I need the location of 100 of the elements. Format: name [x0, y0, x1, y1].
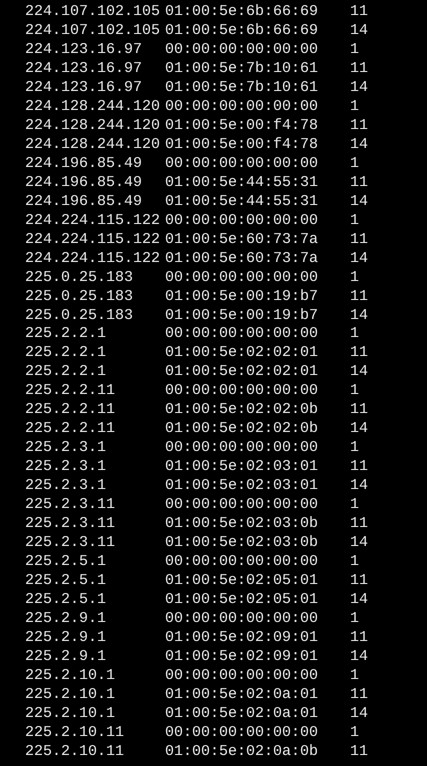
- ip-address: 225.2.5.1: [25, 591, 108, 610]
- table-cell: 14: [350, 534, 368, 554]
- table-cell: 14: [350, 363, 368, 382]
- mac-address: 00:00:00:00:00:00: [165, 724, 320, 743]
- mac-address: 01:00:5e:60:73:7a: [165, 230, 320, 250]
- table-cell: 11: [350, 572, 368, 592]
- ip-address: 225.2.2.1: [25, 363, 108, 382]
- ip-address: 224.107.102.105: [25, 3, 162, 22]
- table-cell: 14: [350, 250, 368, 269]
- mac-address: 01:00:5e:02:0a:0b: [165, 742, 320, 762]
- ip-address: 224.128.244.120: [25, 98, 162, 117]
- mac-address: 01:00:5e:02:02:0b: [165, 420, 320, 440]
- table-cell: 1: [350, 610, 360, 629]
- ip-address: 225.2.10.1: [25, 704, 116, 724]
- mac-address: 01:00:5e:00:19:b7: [165, 288, 320, 306]
- mac-address: 01:00:5e:02:09:01: [165, 648, 320, 667]
- mac-address: 00:00:00:00:00:00: [165, 496, 320, 516]
- table-cell: 1: [350, 439, 360, 458]
- mac-address: 00:00:00:00:00:00: [165, 98, 320, 117]
- mac-address: 01:00:5e:02:03:0b: [165, 534, 320, 554]
- table-cell: 11: [350, 628, 368, 648]
- ip-address: 224.224.115.122: [25, 230, 162, 250]
- ip-address: 224.107.102.105: [25, 22, 162, 41]
- mac-address: 00:00:00:00:00:00: [165, 666, 320, 686]
- table-cell: 1: [350, 724, 360, 743]
- mac-address: 01:00:5e:02:09:01: [165, 628, 320, 648]
- mac-address: 01:00:5e:02:02:0b: [165, 401, 320, 420]
- ip-address: 225.2.10.11: [25, 724, 126, 743]
- table-cell: 1: [350, 40, 360, 60]
- mac-address: 01:00:5e:02:0a:01: [165, 686, 320, 705]
- mac-address: 01:00:5e:02:03:01: [165, 458, 320, 478]
- table-cell: 11: [350, 458, 368, 478]
- mac-address: 01:00:5e:02:03:01: [165, 477, 320, 496]
- ip-address: 225.2.9.1: [25, 610, 108, 629]
- ip-address: 224.196.85.49: [25, 192, 144, 212]
- table-cell: 1: [350, 382, 360, 402]
- table-cell: 1: [350, 98, 360, 117]
- mac-address: 01:00:5e:02:0a:01: [165, 704, 320, 724]
- ip-address: 225.2.2.1: [25, 344, 108, 364]
- mac-address: 00:00:00:00:00:00: [165, 382, 320, 402]
- table-cell: 1: [350, 154, 360, 174]
- mac-address: 01:00:5e:02:05:01: [165, 591, 320, 610]
- ip-address: 225.2.2.1: [25, 325, 108, 344]
- ip-address: 225.0.25.183: [25, 288, 134, 306]
- table-cell: 1: [350, 325, 360, 344]
- table-cell: 14: [350, 591, 368, 610]
- ip-address: 224.123.16.97: [25, 40, 144, 60]
- table-cell: 11: [350, 60, 368, 79]
- mac-address: 01:00:5e:7b:10:61: [165, 78, 320, 98]
- ip-address: 224.196.85.49: [25, 154, 144, 174]
- table-cell: 14: [350, 22, 368, 41]
- table-cell: 14: [350, 420, 368, 440]
- table-cell: 11: [350, 515, 368, 534]
- table-cell: 11: [350, 344, 368, 364]
- ip-address: 224.224.115.122: [25, 212, 162, 231]
- ip-address: 224.128.244.120: [25, 136, 162, 155]
- ip-address: 225.2.9.1: [25, 628, 108, 648]
- table-cell: 14: [350, 704, 368, 724]
- mac-address: 01:00:5e:60:73:7a: [165, 250, 320, 269]
- mac-address: 00:00:00:00:00:00: [165, 268, 320, 288]
- table-cell: 11: [350, 116, 368, 136]
- mac-address: 01:00:5e:44:55:31: [165, 174, 320, 193]
- mac-address: 00:00:00:00:00:00: [165, 40, 320, 60]
- table-cell: 14: [350, 477, 368, 496]
- table-cell: 14: [350, 192, 368, 212]
- ip-address: 224.224.115.122: [25, 250, 162, 269]
- mac-address: 01:00:5e:44:55:31: [165, 192, 320, 212]
- ip-address: 225.2.3.1: [25, 439, 108, 458]
- table-cell: 14: [350, 136, 368, 155]
- ip-address: 225.2.2.11: [25, 382, 116, 402]
- mac-address: 00:00:00:00:00:00: [165, 553, 320, 572]
- mac-address: 00:00:00:00:00:00: [165, 212, 320, 231]
- ip-address: 225.2.3.11: [25, 496, 116, 516]
- ip-address: 225.2.5.1: [25, 572, 108, 592]
- mac-address: 01:00:5e:6b:66:69: [165, 3, 320, 22]
- ip-address: 224.196.85.49: [25, 174, 144, 193]
- mac-address: 01:00:5e:02:05:01: [165, 572, 320, 592]
- table-cell: 11: [350, 288, 368, 306]
- mac-address: 00:00:00:00:00:00: [165, 439, 320, 458]
- ip-address: 225.2.9.1: [25, 648, 108, 667]
- mac-address: 01:00:5e:00:19:b7: [165, 306, 320, 326]
- table-cell: 11: [350, 401, 368, 420]
- mac-address: 01:00:5e:02:02:01: [165, 363, 320, 382]
- table-cell: 11: [350, 742, 368, 762]
- ip-address: 225.2.10.11: [25, 742, 126, 762]
- ip-address: 225.2.2.11: [25, 420, 116, 440]
- mac-address: 01:00:5e:7b:10:61: [165, 60, 320, 79]
- table-cell: 14: [350, 306, 368, 326]
- mac-address: 00:00:00:00:00:00: [165, 154, 320, 174]
- mac-address: 01:00:5e:02:03:0b: [165, 515, 320, 534]
- table-cell: 1: [350, 496, 360, 516]
- ip-address: 225.0.25.183: [25, 306, 134, 326]
- table-cell: 1: [350, 268, 360, 288]
- ip-address: 225.2.3.1: [25, 458, 108, 478]
- ip-address: 225.2.10.1: [25, 686, 116, 705]
- table-cell: 11: [350, 3, 368, 22]
- mac-address: 00:00:00:00:00:00: [165, 610, 320, 629]
- table-cell: 11: [350, 174, 368, 193]
- mac-address: 01:00:5e:00:f4:78: [165, 116, 320, 136]
- ip-address: 225.2.3.11: [25, 515, 116, 534]
